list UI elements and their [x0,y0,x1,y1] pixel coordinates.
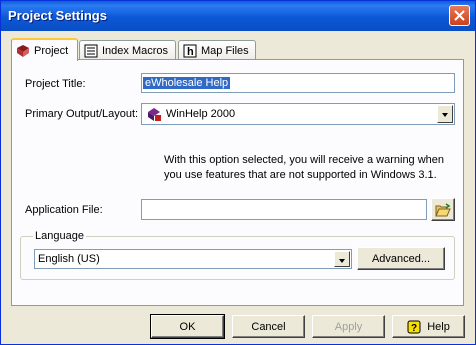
winhelp-icon [148,108,161,121]
project-title-value: eWholesale Help [143,77,231,89]
project-title-label: Project Title: [25,78,86,90]
language-group-label: Language [33,230,86,242]
tab-map-files[interactable]: h Map Files [178,40,256,61]
project-settings-dialog: Project Settings Project Index Macros h … [0,0,476,345]
book-icon [17,44,29,57]
language-dropdown-button[interactable] [334,251,350,267]
window-title: Project Settings [8,8,107,23]
primary-output-dropdown-button[interactable] [437,105,453,123]
close-icon [454,10,465,21]
apply-button[interactable]: Apply [312,315,385,338]
ok-button-label: OK [179,320,196,333]
primary-output-value: WinHelp 2000 [166,108,236,120]
tab-project[interactable]: Project [11,38,78,61]
project-title-input[interactable]: eWholesale Help [141,73,455,93]
tab-map-files-label: Map Files [201,45,249,57]
primary-output-select[interactable]: WinHelp 2000 [141,103,455,125]
title-bar[interactable]: Project Settings [1,1,475,31]
cancel-button-label: Cancel [251,320,286,333]
output-note-line2: you use features that are not supported … [164,169,437,181]
help-h-icon: h [183,44,197,58]
language-select[interactable]: English (US) [34,249,352,269]
tab-index-macros-label: Index Macros [102,45,169,57]
svg-text:?: ? [411,323,417,334]
advanced-button-label: Advanced... [371,252,431,265]
ok-button[interactable]: OK [150,314,225,339]
svg-text:h: h [187,46,194,58]
language-value: English (US) [38,253,100,265]
tab-project-label: Project [34,44,69,57]
output-note-line1: With this option selected, you will rece… [164,154,445,166]
apply-button-label: Apply [334,320,363,333]
advanced-button[interactable]: Advanced... [357,247,445,270]
cancel-button[interactable]: Cancel [232,315,305,338]
browse-folder-button[interactable] [431,198,455,221]
help-button[interactable]: ? Help [392,315,465,338]
application-file-label: Application File: [25,204,103,216]
open-folder-icon [435,202,451,216]
project-tab-panel: Project Title: eWholesale Help Primary O… [11,59,464,306]
application-file-input[interactable] [141,199,427,220]
close-button[interactable] [449,5,470,26]
help-icon: ? [407,320,421,334]
index-icon [84,44,98,58]
primary-output-label: Primary Output/Layout: [25,108,139,120]
tab-index-macros[interactable]: Index Macros [79,40,176,61]
help-button-label: Help [427,320,450,333]
